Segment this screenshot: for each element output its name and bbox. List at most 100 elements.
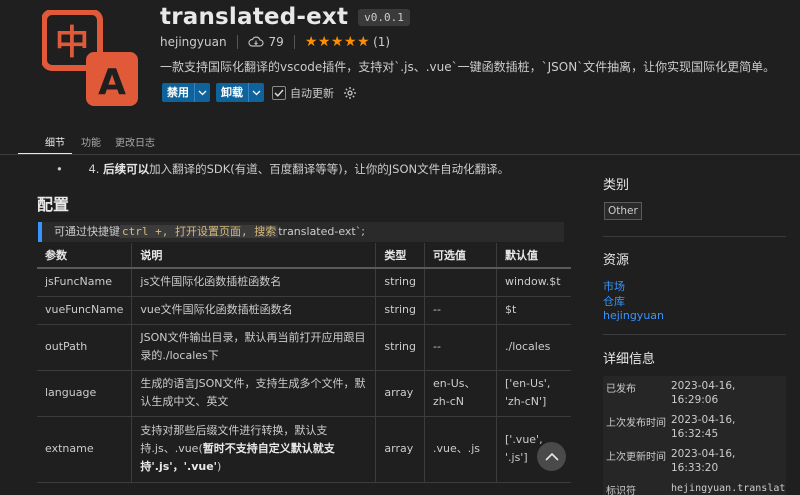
param-cell: outPath [37,324,133,371]
details-sidebar: 类别 Other 资源 市场 仓库 hejingyuan 详细信息 已发布 20… [590,156,800,495]
rating-count: (1) [373,35,391,49]
param-cell: extname [37,416,133,483]
publisher-link[interactable]: hejingyuan [160,35,227,49]
rating-stars-icon[interactable]: ★★★★★ [305,34,370,50]
options-cell: en-Us、zh-cN [424,370,497,417]
default-cell: window.$t [496,268,571,297]
options-cell: .vue、.js [424,416,497,483]
quote-suffix: translated-ext`; [278,225,365,238]
options-cell [424,268,497,297]
type-cell: string [375,268,425,297]
repository-link[interactable]: 仓库 [603,293,625,309]
sidebar-divider [603,334,786,335]
detail-row-last-released: 上次发布时间 2023-04-16, 16:32:45 [603,410,786,444]
type-cell: array [375,370,425,417]
type-cell: string [375,296,425,325]
options-cell: -- [424,324,497,371]
desc-cell: 生成的语言JSON文件，支持生成多个文件，默认生成中文、英文 [131,370,377,417]
detail-key: 标识符 [606,486,636,495]
bullet-dot: • [56,162,63,176]
detail-value: 16:32:45 [671,428,719,440]
disable-button[interactable]: 禁用 [162,83,194,102]
detail-key: 已发布 [606,384,636,395]
readme-content: • 4. 后续可以加入翻译的SDK(有道、百度翻译等等)，让你的JSON文件自动… [0,156,580,495]
details-heading: 详细信息 [603,352,656,367]
column-header: 可选值 [424,243,497,269]
default-cell: ['en-Us', 'zh-cN'] [496,370,571,417]
chevron-up-icon [544,452,559,461]
type-cell: array [375,416,425,483]
detail-key: 上次发布时间 [606,418,666,429]
meta-row: hejingyuan 79 ★★★★★ (1) [160,34,390,50]
desc-end: ) [217,460,222,473]
quote-prefix: 可通过快捷键 [54,225,120,238]
meta-divider [293,35,295,49]
category-tag[interactable]: Other [604,202,642,220]
section-title: 配置 [37,195,70,214]
options-cell: -- [424,296,497,325]
scroll-to-top-button[interactable] [537,442,566,471]
tab-details[interactable]: 细节 [45,134,65,149]
quote-code: ctrl +, 打开设置页面, 搜索 [120,225,279,238]
detail-value: 16:33:20 [671,462,719,474]
disable-split-button: 禁用 [162,83,210,102]
extension-description: 一款支持国际化翻译的vscode插件，支持对`.js、.vue`一键函数插桩，`… [160,60,776,74]
action-row: 禁用 卸载 自动更新 [162,83,357,102]
column-header: 默认值 [496,243,571,269]
uninstall-dropdown-chevron-icon[interactable] [248,83,264,102]
cloud-download-icon [247,36,264,48]
table-row: vueFuncName vue文件国际化函数插桩函数名 string -- $t [37,296,571,325]
desc-cell: vue文件国际化函数插桩函数名 [131,296,377,325]
category-heading: 类别 [603,178,630,193]
disable-dropdown-chevron-icon[interactable] [194,83,210,102]
version-badge: v0.0.1 [358,8,410,26]
auto-update-label: 自动更新 [290,86,334,100]
desc-cell: js文件国际化函数插桩函数名 [131,268,377,297]
param-cell: language [37,370,133,417]
publisher-resource-link[interactable]: hejingyuan [603,309,664,322]
title-row: translated-ext v0.0.1 [160,4,410,30]
uninstall-split-button: 卸载 [216,83,264,102]
list-bold-text: 后续可以 [103,162,150,176]
detail-value: 2023-04-16, [671,448,736,460]
detail-value: 16:29:06 [671,394,719,406]
table-row: jsFuncName js文件国际化函数插桩函数名 string window.… [37,268,571,297]
column-header: 参数 [37,243,133,269]
table-row: outPath JSON文件输出目录，默认再当前打开应用跟目录的./locale… [37,324,571,371]
default-cell: $t [496,296,571,325]
active-tab-indicator [18,153,72,154]
config-blockquote: 可通过快捷键 ctrl +, 打开设置页面, 搜索 translated-ext`; [38,222,564,242]
param-cell: jsFuncName [37,268,133,297]
detail-row-last-updated: 上次更新时间 2023-04-16, 16:33:20 [603,444,786,478]
list-number: 4. [88,162,100,176]
desc-cell: 支持对那些后缀文件进行转换，默认支持.js、.vue(暂时不支持自定义默认就支持… [131,416,377,483]
gear-icon[interactable] [343,86,357,100]
extension-logo-icon: 中 A [42,10,138,106]
desc-cell: JSON文件输出目录，默认再当前打开应用跟目录的./locales下 [131,324,377,371]
uninstall-button[interactable]: 卸载 [216,83,248,102]
logo-top-char: 中 [55,23,89,63]
detail-row-identifier: 标识符 hejingyuan.translate [603,478,786,495]
extension-title: translated-ext [160,4,349,30]
tab-features[interactable]: 功能 [81,134,101,149]
table-header-row: 参数 说明 类型 可选值 默认值 [37,243,571,269]
resources-heading: 资源 [603,253,630,268]
logo-bottom-char: A [98,62,126,103]
auto-update-checkbox[interactable] [272,85,286,100]
list-item: • 4. 后续可以加入翻译的SDK(有道、百度翻译等等)，让你的JSON文件自动… [56,161,509,177]
extension-header: 中 A translated-ext v0.0.1 hejingyuan 79 … [0,0,800,128]
marketplace-link[interactable]: 市场 [603,278,625,294]
column-header: 说明 [131,243,377,269]
param-cell: vueFuncName [37,296,133,325]
detail-value: 2023-04-16, [671,380,736,392]
detail-value: 2023-04-16, [671,414,736,426]
meta-divider [236,35,238,49]
table-row: language 生成的语言JSON文件，支持生成多个文件，默认生成中文、英文 … [37,370,571,417]
table-row: extname 支持对那些后缀文件进行转换，默认支持.js、.vue(暂时不支持… [37,416,571,483]
detail-row-published: 已发布 2023-04-16, 16:29:06 [603,376,786,410]
detail-value: hejingyuan.translate [671,483,786,494]
list-text: 加入翻译的SDK(有道、百度翻译等等)，让你的JSON文件自动化翻译。 [149,162,510,176]
sidebar-divider [603,236,786,237]
tab-changelog[interactable]: 更改日志 [115,134,155,149]
type-cell: string [375,324,425,371]
